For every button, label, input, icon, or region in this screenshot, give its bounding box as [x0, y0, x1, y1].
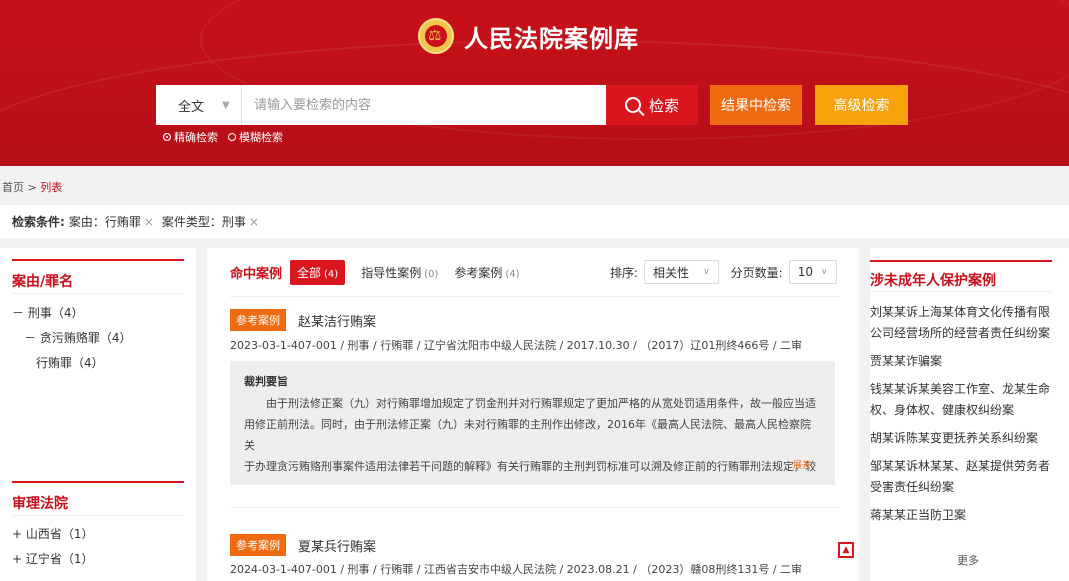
court-section-title: 审理法院 [12, 481, 184, 516]
tab-reference-label: 参考案例 [454, 266, 503, 280]
case-title-link[interactable]: 赵某洁行贿案 [298, 311, 376, 330]
tab-guiding-cases[interactable]: 指导性案例 (0) [361, 264, 438, 281]
list-item[interactable]: 蒋某某正当防卫案 [870, 505, 1052, 526]
breadcrumb-current: 列表 [40, 181, 63, 194]
radio-checked-icon [163, 133, 171, 141]
divider [230, 296, 840, 297]
list-item[interactable]: 钱某某诉某美容工作室、龙某生命权、身体权、健康权纠纷案 [870, 379, 1052, 421]
list-item[interactable]: 胡某诉陈某变更抚养关系纠纷案 [870, 428, 1052, 449]
case-meta: 2023-03-1-407-001 / 刑事 / 行贿罪 / 辽宁省沈阳市中级人… [230, 339, 803, 352]
search-conditions-bar: 检索条件: 案由：行贿罪 × 案件类型：刑事 × [0, 205, 1069, 238]
remove-condition-icon[interactable]: × [144, 215, 154, 229]
case-title-link[interactable]: 夏某兵行贿案 [298, 536, 376, 555]
chevron-down-icon: ▼ [222, 99, 230, 111]
page-size-value: 10 [797, 265, 813, 279]
exact-search-radio[interactable]: 精确检索 [163, 129, 218, 145]
cause-section-title: 案由/罪名 [12, 259, 184, 294]
case-meta: 2024-03-1-407-001 / 刑事 / 行贿罪 / 江西省吉安市中级人… [230, 563, 803, 576]
hit-cases-label: 命中案例 [230, 267, 283, 282]
abstract-line: 由于刑法修正案（九）对行贿罪增加规定了罚金刑并对行贿罪规定了更加严格的从宽处罚适… [266, 397, 816, 410]
tab-reference-cases[interactable]: 参考案例 (4) [454, 264, 519, 281]
abstract-line: 于办理贪污贿赂刑事案件适用法律若干问题的解释》有关行贿罪的主刑判罚标准可以溯及修… [244, 460, 816, 473]
condition-case-type: 案件类型：刑事 [161, 215, 246, 229]
case-type-badge: 参考案例 [230, 534, 286, 556]
case-item: 参考案例 夏某兵行贿案 [230, 534, 376, 556]
search-bar: 全文 ▼ [156, 85, 606, 125]
condition-cause: 案由：行贿罪 [68, 215, 141, 229]
chevron-down-icon: ∨ [703, 267, 710, 277]
tree-item-corruption-bribery[interactable]: － 贪污贿赂罪（4） [24, 329, 131, 346]
chevron-down-icon: ∨ [820, 267, 828, 277]
list-item[interactable]: 邹某某诉林某某、赵某提供劳务者受害责任纠纷案 [870, 456, 1052, 498]
list-item[interactable]: 贾某某诈骗案 [870, 351, 1052, 372]
tab-all-label: 全部 [297, 266, 322, 280]
header-banner: 人民法院案例库 全文 ▼ 检索 结果中检索 高级检索 精确检索 模糊检索 [0, 0, 1069, 166]
case-type-badge: 参考案例 [230, 309, 286, 331]
minor-protection-title: 涉未成年人保护案例 [870, 260, 1052, 292]
breadcrumb-separator: > [24, 181, 41, 194]
case-item: 参考案例 赵某洁行贿案 [230, 309, 376, 331]
abstract-line: 用修正前刑法。同时，由于刑法修正案（九）未对行贿罪的主刑作出修改，2016年《最… [244, 418, 811, 452]
tree-item-criminal[interactable]: － 刑事（4） [12, 304, 83, 321]
remove-condition-icon[interactable]: × [249, 215, 259, 229]
sort-value: 相关性 [653, 265, 690, 280]
tree-item-liaoning[interactable]: + 辽宁省（1） [12, 550, 94, 567]
sort-label: 排序: [610, 265, 639, 280]
sort-controls: 排序: 相关性 ∨ 分页数量: 10 ∨ [610, 260, 837, 284]
more-link[interactable]: 更多 [957, 552, 979, 568]
search-mode-options: 精确检索 模糊检索 [163, 129, 283, 145]
sort-select[interactable]: 相关性 ∨ [644, 260, 719, 284]
minor-protection-panel: 涉未成年人保护案例 刘某某诉上海某体育文化传播有限公司经营场所的经营者责任纠纷案… [870, 248, 1069, 581]
result-tabs: 命中案例 全部 (4) 指导性案例 (0) 参考案例 (4) [230, 260, 520, 285]
tab-all-count: (4) [324, 269, 339, 280]
tree-item-bribery-offering[interactable]: 行贿罪（4） [36, 354, 104, 371]
expand-link[interactable]: 展开 [793, 456, 811, 477]
abstract-heading: 裁判要旨 [244, 375, 288, 388]
site-logo[interactable]: 人民法院案例库 [418, 16, 639, 56]
page-size-select[interactable]: 10 ∨ [788, 260, 837, 284]
search-button-label: 检索 [648, 96, 679, 115]
fuzzy-search-radio[interactable]: 模糊检索 [228, 129, 283, 145]
conditions-label: 检索条件: [12, 215, 65, 229]
court-emblem-icon [418, 18, 454, 54]
search-input[interactable] [242, 86, 592, 124]
back-to-top-icon[interactable]: ▲ [838, 542, 854, 558]
tree-item-shanxi[interactable]: + 山西省（1） [12, 525, 94, 542]
tab-guiding-label: 指导性案例 [361, 266, 422, 280]
breadcrumb-home[interactable]: 首页 [2, 181, 24, 194]
search-icon [624, 97, 641, 113]
page-size-label: 分页数量: [730, 265, 783, 280]
minor-protection-list: 刘某某诉上海某体育文化传播有限公司经营场所的经营者责任纠纷案 贾某某诈骗案 钱某… [870, 302, 1052, 533]
search-scope-value: 全文 [178, 99, 205, 115]
exact-search-label: 精确检索 [174, 131, 218, 144]
tab-guiding-count: (0) [424, 269, 439, 280]
case-abstract: 裁判要旨 由于刑法修正案（九）对行贿罪增加规定了罚金刑并对行贿罪规定了更加严格的… [230, 361, 835, 485]
tab-all[interactable]: 全部 (4) [290, 260, 346, 285]
search-within-results-button[interactable]: 结果中检索 [710, 85, 802, 125]
radio-unchecked-icon [228, 133, 236, 141]
results-panel: 命中案例 全部 (4) 指导性案例 (0) 参考案例 (4) 排序: 相关性 ∨ 分页数… [207, 248, 859, 581]
fuzzy-search-label: 模糊检索 [239, 131, 283, 144]
divider [230, 507, 840, 508]
tab-reference-count: (4) [505, 269, 520, 280]
filter-sidebar: 案由/罪名 － 刑事（4） － 贪污贿赂罪（4） 行贿罪（4） 审理法院 + 山… [0, 248, 196, 581]
search-button[interactable]: 检索 [606, 85, 698, 125]
advanced-search-button[interactable]: 高级检索 [815, 85, 908, 125]
list-item[interactable]: 刘某某诉上海某体育文化传播有限公司经营场所的经营者责任纠纷案 [870, 302, 1052, 344]
search-scope-select[interactable]: 全文 ▼ [156, 85, 242, 125]
breadcrumb: 首页 > 列表 [2, 179, 62, 195]
site-title: 人民法院案例库 [464, 23, 639, 53]
